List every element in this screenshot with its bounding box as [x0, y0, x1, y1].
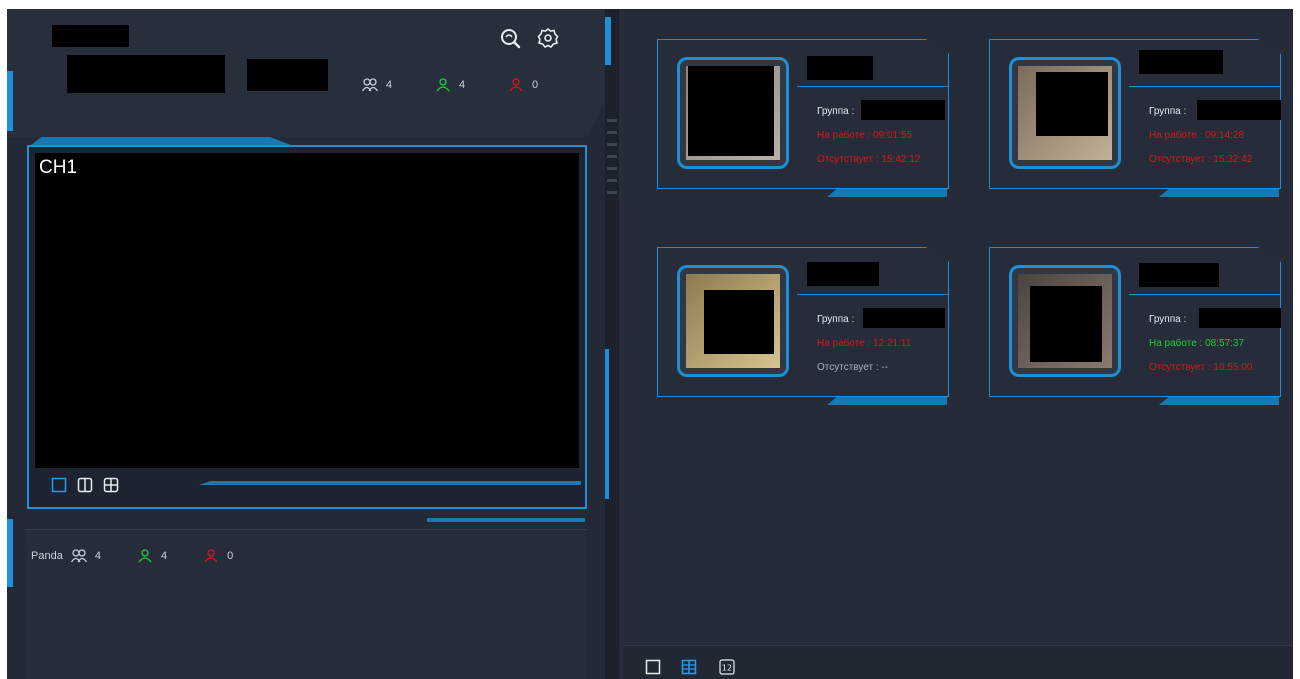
- face-photo: [677, 265, 789, 377]
- group-absent: 0: [227, 550, 234, 562]
- face-photo: [677, 57, 789, 169]
- group-icon: [70, 549, 87, 563]
- layout-switch: [51, 477, 119, 493]
- redacted-group: [861, 100, 945, 120]
- present-count: 4: [435, 78, 465, 92]
- card-layout-bar: 12: [623, 645, 1293, 679]
- redacted-name: [807, 262, 879, 286]
- divider-notch: [607, 167, 617, 170]
- video-footer-accent: [199, 481, 581, 485]
- group-stats: Panda 4 4 0: [31, 549, 233, 563]
- absent-count: 0: [508, 78, 538, 92]
- settings-icon[interactable]: [537, 27, 559, 49]
- redacted-face: [688, 66, 774, 156]
- person-card[interactable]: Группа : На работе : 09:14:28 Отсутствуе…: [989, 39, 1281, 199]
- user-absent-icon: [204, 549, 218, 563]
- panel-divider: [605, 9, 619, 679]
- absent-count-value: 0: [532, 79, 539, 91]
- redacted-face: [1030, 286, 1102, 362]
- divider-notch: [607, 179, 617, 182]
- redacted-name: [1139, 263, 1219, 287]
- absent-time: Отсутствует : 15:32:42: [1149, 154, 1253, 165]
- view-2-icon[interactable]: [77, 477, 93, 493]
- group-label: Группа :: [1149, 314, 1187, 325]
- video-tab: [31, 137, 291, 145]
- card-header-line: [1129, 86, 1281, 87]
- group-label: Группа :: [1149, 106, 1187, 117]
- user-present-icon: [436, 78, 450, 92]
- card-footer-accent: [827, 397, 947, 405]
- card-footer-accent: [1159, 189, 1279, 197]
- redacted-face: [704, 290, 774, 354]
- card-footer-accent: [1159, 397, 1279, 405]
- absent-time: Отсутствует : 10:55:00: [1149, 362, 1253, 373]
- search-icon[interactable]: [499, 27, 521, 49]
- redacted-name: [1139, 50, 1223, 74]
- card-header-line: [1129, 294, 1281, 295]
- work-time: На работе : 12:21:11: [817, 338, 912, 349]
- group-icon: [362, 78, 378, 92]
- total-count-value: 4: [386, 79, 393, 91]
- divider-accent: [605, 17, 611, 65]
- divider-notch: [607, 131, 617, 134]
- redacted-group: [1199, 308, 1281, 328]
- divider-notch: [607, 155, 617, 158]
- redacted-date: [67, 55, 225, 93]
- lower-accent: [427, 518, 585, 522]
- face-photo: [1009, 57, 1121, 169]
- divider-accent: [605, 349, 609, 499]
- person-card[interactable]: Группа : На работе : 12:21:11 Отсутствуе…: [657, 247, 949, 407]
- view-12-button[interactable]: 12: [719, 659, 735, 675]
- person-card[interactable]: Группа : На работе : 08:57:37 Отсутствуе…: [989, 247, 1281, 407]
- video-frame: CH1: [27, 145, 587, 509]
- card-header-line: [797, 86, 949, 87]
- absent-time: Отсутствует : --: [817, 362, 889, 373]
- total-count: 4: [362, 78, 392, 92]
- group-present: 4: [160, 550, 168, 562]
- absent-time: Отсутствует : 15:42:12: [817, 154, 921, 165]
- user-absent-icon: [509, 78, 523, 92]
- redacted-time: [247, 59, 328, 91]
- face-attendance-app: 4 4 0 CH1 Panda 4 4 0 Группа: На работе…: [7, 9, 1293, 679]
- redacted-group: [1197, 100, 1281, 120]
- video-area: CH1: [27, 137, 587, 509]
- single-view-icon[interactable]: [645, 659, 661, 675]
- video-feed[interactable]: CH1: [35, 153, 579, 468]
- view-4-icon[interactable]: [103, 477, 119, 493]
- redacted-group: [863, 308, 945, 328]
- card-header-line: [797, 294, 949, 295]
- group-total: 4: [94, 550, 101, 562]
- side-accent: [7, 519, 13, 587]
- person-card[interactable]: Группа : На работе : 09:01:55 Отсутствуе…: [657, 39, 949, 199]
- side-accent: [7, 71, 13, 131]
- user-present-icon: [138, 549, 152, 563]
- card-footer-accent: [827, 189, 947, 197]
- grid-icon[interactable]: [681, 659, 697, 675]
- group-name: Panda: [31, 550, 63, 562]
- divider-notch: [607, 191, 617, 194]
- divider-notch: [607, 119, 617, 122]
- redacted-name: [807, 56, 873, 80]
- redacted-face: [1036, 72, 1108, 136]
- live-view-panel: 4 4 0 CH1 Panda 4 4 0: [7, 9, 618, 679]
- work-time: На работе : 09:01:55: [817, 130, 913, 141]
- group-label: Группа :: [817, 106, 855, 117]
- work-time: На работе : 08:57:37: [1149, 338, 1245, 349]
- view-1-icon[interactable]: [51, 477, 67, 493]
- divider-notch: [607, 143, 617, 146]
- channel-label: CH1: [39, 157, 78, 178]
- view-12-label: 12: [722, 664, 732, 673]
- redacted-title: [52, 25, 129, 47]
- work-time: На работе : 09:14:28: [1149, 130, 1245, 141]
- group-label: Группа :: [817, 314, 855, 325]
- recognition-panel: Группа : На работе : 09:01:55 Отсутствуе…: [623, 9, 1293, 679]
- face-photo: [1009, 265, 1121, 377]
- present-count-value: 4: [459, 79, 466, 91]
